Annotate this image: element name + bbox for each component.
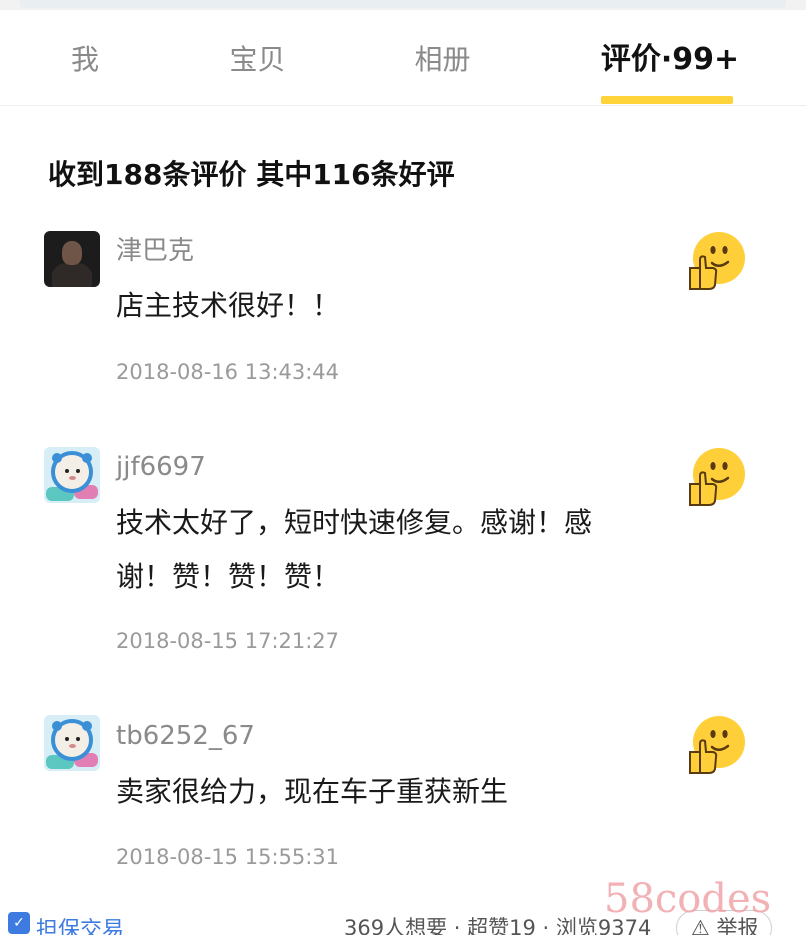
- thumbs-up-smiley-icon: [689, 232, 745, 290]
- tab-reviews[interactable]: 评价·99+: [595, 40, 745, 80]
- avatar[interactable]: [44, 715, 100, 771]
- active-tab-indicator: [601, 96, 733, 104]
- tab-bar: 我 宝贝 相册 评价·99+: [0, 10, 806, 106]
- guarantee-link[interactable]: ✓ 担保交易: [8, 912, 124, 935]
- review-content: 技术太好了，短时快速修复。感谢！感谢！赞！赞！赞！: [116, 506, 593, 593]
- tab-album[interactable]: 相册: [400, 40, 485, 80]
- shield-icon: ✓: [8, 912, 30, 934]
- watermark: 58codes: [604, 876, 772, 922]
- guarantee-label: 担保交易: [36, 918, 125, 935]
- top-strip: [0, 0, 806, 10]
- review-username[interactable]: jjf6697: [116, 447, 206, 487]
- review-summary: 收到188条评价 其中116条好评: [48, 158, 455, 191]
- review-username[interactable]: tb6252_67: [116, 716, 255, 756]
- review-content: 卖家很给力，现在车子重获新生: [116, 775, 509, 808]
- review-username[interactable]: 津巴克: [116, 231, 194, 271]
- avatar[interactable]: [44, 447, 100, 503]
- review-time: 2018-08-15 17:21:27: [116, 629, 340, 653]
- avatar[interactable]: [44, 231, 100, 287]
- thumbs-up-smiley-icon: [689, 448, 745, 506]
- tab-items[interactable]: 宝贝: [215, 40, 300, 80]
- thumbs-up-smiley-icon: [689, 716, 745, 774]
- review-time: 2018-08-16 13:43:44: [116, 360, 340, 384]
- review-content: 店主技术很好！！: [116, 289, 341, 322]
- tab-me[interactable]: 我: [50, 40, 120, 80]
- review-time: 2018-08-15 15:55:31: [116, 845, 340, 869]
